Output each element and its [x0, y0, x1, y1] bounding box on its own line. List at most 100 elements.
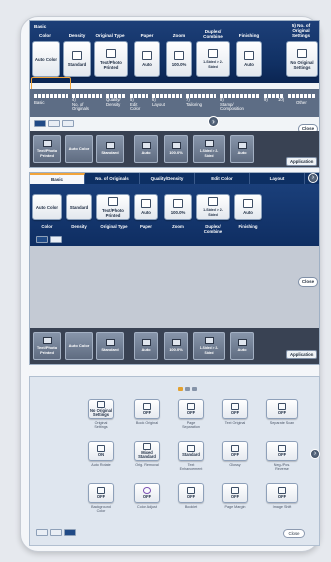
tab-9-label: 9)	[264, 97, 268, 102]
view-mode-3-icon[interactable]	[62, 120, 74, 127]
current-original-type[interactable]: Text/Photo Printed	[33, 332, 61, 360]
duplex-icon	[204, 337, 214, 344]
tab-layout[interactable]: Layout	[250, 173, 305, 184]
finishing-icon	[237, 142, 247, 150]
application-button[interactable]: Application	[286, 157, 318, 166]
current-duplex[interactable]: 1-Sided > 2- Sided	[193, 332, 225, 360]
view-mode-1-icon[interactable]	[34, 120, 46, 127]
original-settings-button[interactable]: No Original Settings	[88, 399, 114, 419]
paper-icon	[142, 51, 152, 60]
page-separation-button[interactable]: OFF	[178, 399, 204, 419]
color-button[interactable]: Auto Color	[32, 41, 60, 77]
original-settings-icon	[97, 400, 105, 408]
blank-area	[30, 246, 319, 328]
page-separation-icon	[187, 402, 195, 410]
duplex-button[interactable]: 1-Sided > 2- Sided	[196, 41, 230, 77]
application-button[interactable]: Application	[286, 350, 318, 359]
duplex-button[interactable]: 1-Sided > 2- Sided	[196, 194, 230, 220]
view-mode-3-icon[interactable]	[64, 529, 76, 536]
page-dot-1	[178, 387, 183, 391]
page-margin-button[interactable]: OFF	[222, 483, 248, 503]
glossy-caption: Glossy	[229, 463, 241, 467]
current-finishing[interactable]: Auto	[230, 332, 254, 360]
text-photo-icon	[42, 337, 52, 344]
booklet-button[interactable]: OFF	[178, 483, 204, 503]
separate-scan-button[interactable]: OFF	[266, 399, 298, 419]
text-enhancement-icon	[187, 444, 195, 452]
view-mode-2-icon[interactable]	[48, 120, 60, 127]
current-finishing[interactable]: Auto	[230, 135, 254, 163]
color-adjust-button[interactable]: OFF	[134, 483, 160, 503]
basic-function-bar: Basic Color Density Original Type Paper …	[30, 21, 319, 83]
tab-stamp-label: 8) Stamp/ Composition	[220, 97, 244, 112]
current-paper[interactable]: Auto	[134, 135, 158, 163]
paper-button[interactable]: Auto	[134, 41, 160, 77]
view-mode-2-icon[interactable]	[50, 236, 62, 243]
neg-pos-reverse-button[interactable]: OFF	[266, 441, 298, 461]
current-color[interactable]: Auto Color	[65, 135, 93, 163]
view-mode-2-icon[interactable]	[50, 529, 62, 536]
background-color-icon	[97, 486, 105, 494]
duplex-caption: Duplex/ Combine	[203, 224, 223, 234]
original-type-button[interactable]: Text/Photo Printed	[96, 194, 130, 220]
tab-basic-label: Basic	[34, 100, 45, 105]
zoom-button[interactable]: 100.0%	[164, 194, 192, 220]
finishing-button[interactable]: Auto	[234, 194, 262, 220]
current-duplex[interactable]: 1-Sided > 2- Sided	[193, 135, 225, 163]
density-button[interactable]: Standard	[63, 41, 91, 77]
density-button[interactable]: Standard	[66, 194, 92, 220]
original-type-caption: Original Type	[100, 224, 128, 229]
finishing-button[interactable]: Auto	[236, 41, 262, 77]
glossy-button[interactable]: OFF	[222, 441, 248, 461]
color-button[interactable]: Auto Color	[32, 194, 62, 220]
zoom-button[interactable]: 100.0%	[166, 41, 192, 77]
current-zoom[interactable]: 100.0%	[164, 135, 188, 163]
text-enhancement-caption: Text Enhancement	[179, 463, 203, 472]
removal-icon	[143, 442, 151, 450]
next-arrow-button[interactable]: ›	[208, 116, 219, 127]
orig-removal-button[interactable]: Mixed Standard	[134, 441, 160, 461]
view-mode-switch[interactable]	[36, 529, 76, 536]
current-paper[interactable]: Auto	[134, 332, 158, 360]
background-color-button[interactable]: OFF	[88, 483, 114, 503]
text-photo-icon	[106, 48, 116, 58]
header-zoom: Zoom	[172, 33, 186, 38]
book-original-button[interactable]: OFF	[134, 399, 160, 419]
text-original-button[interactable]: OFF	[222, 399, 248, 419]
orig-removal-caption: Orig. Removal	[135, 463, 159, 467]
close-button[interactable]: Close	[298, 277, 318, 287]
tab-quality-density[interactable]: Quality/Density	[140, 173, 195, 184]
page-dot-2	[185, 387, 190, 391]
view-mode-1-icon[interactable]	[36, 236, 48, 243]
tab-other-indicator[interactable]	[288, 94, 316, 98]
zoom-caption: Zoom	[172, 224, 184, 229]
tab-no-of-originals[interactable]: No. of Originals	[85, 173, 140, 184]
auto-rotate-button[interactable]: ON	[88, 441, 114, 461]
view-mode-switch[interactable]	[34, 120, 74, 127]
text-photo-icon	[42, 140, 52, 147]
current-zoom[interactable]: 100.0%	[164, 332, 188, 360]
close-button[interactable]: Close	[283, 529, 305, 538]
image-shift-caption: Image Shift	[272, 505, 292, 509]
tab-basic[interactable]: Basic	[30, 173, 85, 184]
current-settings-row: Text/Photo Printed Auto Color Standard A…	[30, 131, 319, 167]
paper-button[interactable]: Auto	[134, 194, 158, 220]
current-original-type[interactable]: Text/Photo Printed	[33, 135, 61, 163]
image-shift-button[interactable]: OFF	[266, 483, 298, 503]
text-enhancement-button[interactable]: Standard	[178, 441, 204, 461]
view-mode-1-icon[interactable]	[36, 529, 48, 536]
tab-scroll-right-icon[interactable]: ›	[308, 173, 318, 183]
next-page-arrow-icon[interactable]: ›	[310, 449, 320, 459]
current-color[interactable]: Auto Color	[65, 332, 93, 360]
view-mode-switch[interactable]	[36, 236, 62, 243]
booklet-caption: Booklet	[184, 505, 198, 509]
current-density[interactable]: Standard	[96, 332, 124, 360]
original-type-button[interactable]: Text/Photo Printed	[94, 41, 128, 77]
current-density[interactable]: Standard	[96, 135, 124, 163]
page-dot-3	[192, 387, 197, 391]
copy-basic-screen: Basic Color Density Original Type Paper …	[29, 20, 320, 168]
original-settings-button[interactable]: No Original Settings	[286, 41, 318, 77]
book-icon	[143, 402, 151, 410]
tab-basic-indicator[interactable]	[34, 94, 68, 98]
tab-edit-color[interactable]: Edit Color	[195, 173, 250, 184]
